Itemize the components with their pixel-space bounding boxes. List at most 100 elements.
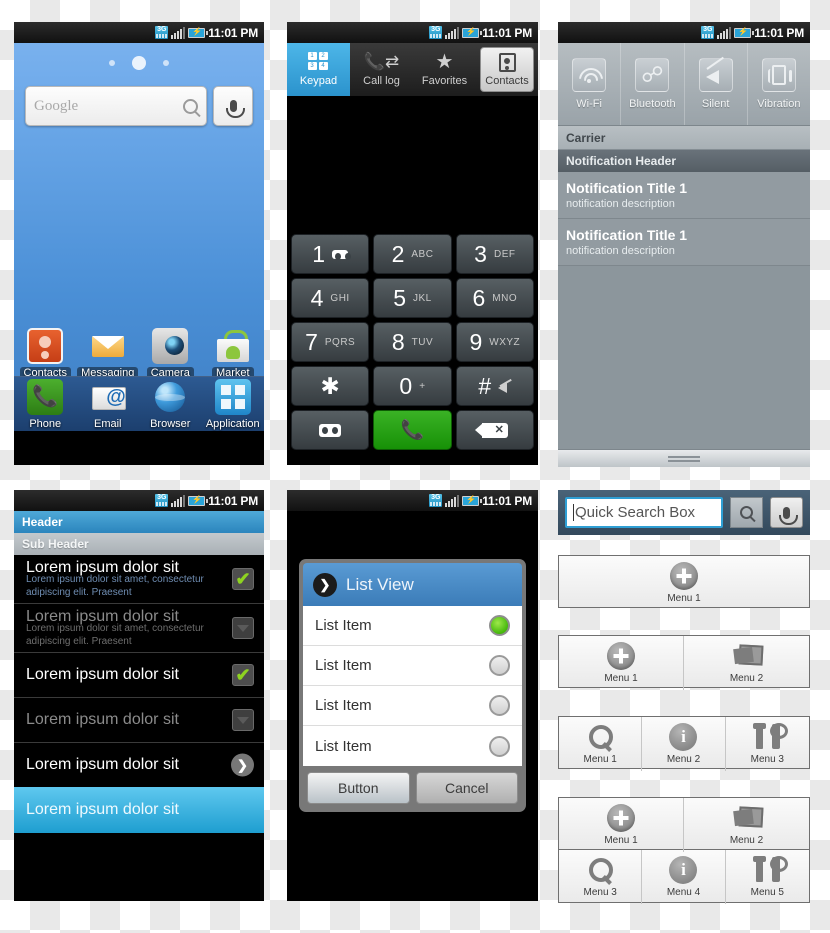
dial-key-1[interactable]: 1 xyxy=(291,234,370,274)
menu-cell[interactable]: Menu 1 xyxy=(559,717,643,771)
quick-search-voice-button[interactable] xyxy=(770,497,803,528)
list-item[interactable]: Lorem ipsum dolor sit ❯ xyxy=(14,743,264,787)
browser-icon xyxy=(152,379,188,415)
google-search-widget[interactable]: Google xyxy=(25,86,253,126)
menu-cell[interactable]: Menu 2 xyxy=(684,636,809,690)
toggle-silent[interactable]: Silent xyxy=(685,43,748,125)
radio-unselected[interactable] xyxy=(489,695,510,716)
toggle-bluetooth[interactable]: ☍ Bluetooth xyxy=(621,43,685,125)
call-log-icon: 📞⇄ xyxy=(363,52,400,71)
tab-favorites[interactable]: ★ Favorites xyxy=(413,43,476,96)
app-messaging[interactable]: Messaging xyxy=(77,328,140,379)
dialog-list-item[interactable]: List Item xyxy=(303,606,522,646)
search-icon[interactable] xyxy=(183,98,198,114)
key-letters: PQRS xyxy=(324,336,356,348)
toggle-wifi[interactable]: Wi-Fi xyxy=(558,43,622,125)
notification-item[interactable]: Notification Title 1 notification descri… xyxy=(558,172,810,219)
tab-label: Favorites xyxy=(421,75,468,87)
list-item[interactable]: Lorem ipsum dolor sit Lorem ipsum dolor … xyxy=(14,604,264,653)
menu-cell[interactable]: Menu 4 xyxy=(642,850,726,904)
menu-label: Menu 4 xyxy=(666,887,701,898)
app-camera[interactable]: Camera xyxy=(139,328,202,379)
menu-panel-3col-b: Menu 3 Menu 4 Menu 5 xyxy=(558,850,810,904)
battery-charging-icon xyxy=(462,27,483,38)
dock-phone[interactable]: Phone xyxy=(14,378,77,430)
drag-handle-icon xyxy=(668,455,700,462)
radio-selected[interactable] xyxy=(489,615,510,636)
checkbox-checked[interactable] xyxy=(232,568,254,590)
dial-number-display[interactable] xyxy=(287,97,538,230)
toggle-vibration[interactable]: Vibration xyxy=(748,43,810,125)
dial-key-6[interactable]: 6 MNO xyxy=(455,278,534,318)
menu-cell[interactable]: Menu 1 xyxy=(559,636,684,690)
quick-search-input[interactable]: Quick Search Box xyxy=(565,497,723,528)
call-button[interactable]: 📞 xyxy=(373,410,452,450)
dialer-phone: 3G 11:01 PM 1234 Keypad 📞⇄ Call log ★ Fa… xyxy=(287,22,538,465)
dial-key-2[interactable]: 2 ABC xyxy=(373,234,452,274)
radio-unselected[interactable] xyxy=(489,735,510,757)
tab-call-log[interactable]: 📞⇄ Call log xyxy=(350,43,413,96)
quick-search-button[interactable] xyxy=(730,497,763,528)
dock-application[interactable]: Application xyxy=(202,378,265,430)
dial-key-hash[interactable]: # xyxy=(455,366,534,406)
list-item-selected[interactable]: Lorem ipsum dolor sit xyxy=(14,787,264,833)
menu-cell[interactable]: Menu 2 xyxy=(684,798,809,852)
dial-key-9[interactable]: 9 WXYZ xyxy=(455,322,534,362)
key-number: 8 xyxy=(391,328,405,355)
dock-browser[interactable]: Browser xyxy=(139,379,202,430)
backspace-icon: ✕ xyxy=(474,422,508,438)
dialog-item-label: List Item xyxy=(315,737,372,755)
checkbox-checked[interactable] xyxy=(232,664,254,686)
menu-label: Menu 1 xyxy=(604,835,638,846)
backspace-button[interactable]: ✕ xyxy=(455,410,534,450)
app-market[interactable]: Market xyxy=(202,328,265,379)
voice-search-button[interactable] xyxy=(213,86,253,126)
dialog-list-item[interactable]: List Item xyxy=(303,646,522,686)
tab-keypad[interactable]: 1234 Keypad xyxy=(287,43,350,96)
signal-bars-icon xyxy=(445,494,460,507)
dialog-ok-button[interactable]: Button xyxy=(307,772,410,804)
menu-panel-1col: Menu 1 xyxy=(558,555,810,608)
battery-charging-icon xyxy=(462,495,483,506)
dock-email[interactable]: Email xyxy=(77,379,140,430)
dial-key-8[interactable]: 8 TUV xyxy=(373,322,452,362)
list-item[interactable]: Lorem ipsum dolor sit xyxy=(14,653,264,698)
panel-drag-handle[interactable] xyxy=(558,449,810,467)
status-bar: 3G 11:01 PM xyxy=(558,22,810,43)
status-bar-time: 11:01 PM xyxy=(482,25,532,40)
list-item[interactable]: Lorem ipsum dolor sit xyxy=(14,698,264,743)
status-bar: 3G 11:01 PM xyxy=(14,22,264,43)
menu-cell[interactable]: Menu 3 xyxy=(559,850,643,904)
dialog-list-item[interactable]: List Item xyxy=(303,726,522,766)
radio-unselected[interactable] xyxy=(489,655,510,676)
page-dot-active[interactable] xyxy=(132,56,146,70)
notification-item[interactable]: Notification Title 1 notification descri… xyxy=(558,219,810,266)
list-item[interactable]: Lorem ipsum dolor sit Lorem ipsum dolor … xyxy=(14,555,264,604)
menu-cell[interactable]: Menu 5 xyxy=(726,850,809,904)
voicemail-button[interactable] xyxy=(291,410,370,450)
chevron-right-icon[interactable]: ❯ xyxy=(231,753,254,777)
tools-icon xyxy=(753,723,789,751)
page-dot[interactable] xyxy=(163,60,169,66)
dialog-cancel-button[interactable]: Cancel xyxy=(415,772,518,804)
menu-cell[interactable]: Menu 1 xyxy=(559,556,809,610)
toggle-label: Wi-Fi xyxy=(576,98,602,110)
menu-cell[interactable]: Menu 3 xyxy=(726,717,809,771)
key-number: 3 xyxy=(474,240,487,267)
key-letters: WXYZ xyxy=(489,336,521,348)
dial-key-star[interactable]: ✱ xyxy=(291,366,370,406)
dial-key-4[interactable]: 4 GHI xyxy=(291,278,370,318)
dial-key-7[interactable]: 7 PQRS xyxy=(291,322,370,362)
dial-key-0[interactable]: 0 + xyxy=(373,366,452,406)
app-contacts[interactable]: Contacts xyxy=(14,328,77,379)
dialog-list-item[interactable]: List Item xyxy=(303,686,522,726)
search-input[interactable]: Google xyxy=(25,86,207,126)
menu-cell[interactable]: Menu 1 xyxy=(559,798,684,852)
dial-key-3[interactable]: 3 DEF xyxy=(455,234,534,274)
page-dot[interactable] xyxy=(109,60,115,66)
dial-key-5[interactable]: 5 JKL xyxy=(373,278,452,318)
tab-contacts[interactable]: Contacts xyxy=(480,47,534,92)
menu-cell[interactable]: Menu 2 xyxy=(642,717,726,771)
checkbox-unchecked[interactable] xyxy=(232,709,254,731)
checkbox-unchecked[interactable] xyxy=(232,617,254,639)
